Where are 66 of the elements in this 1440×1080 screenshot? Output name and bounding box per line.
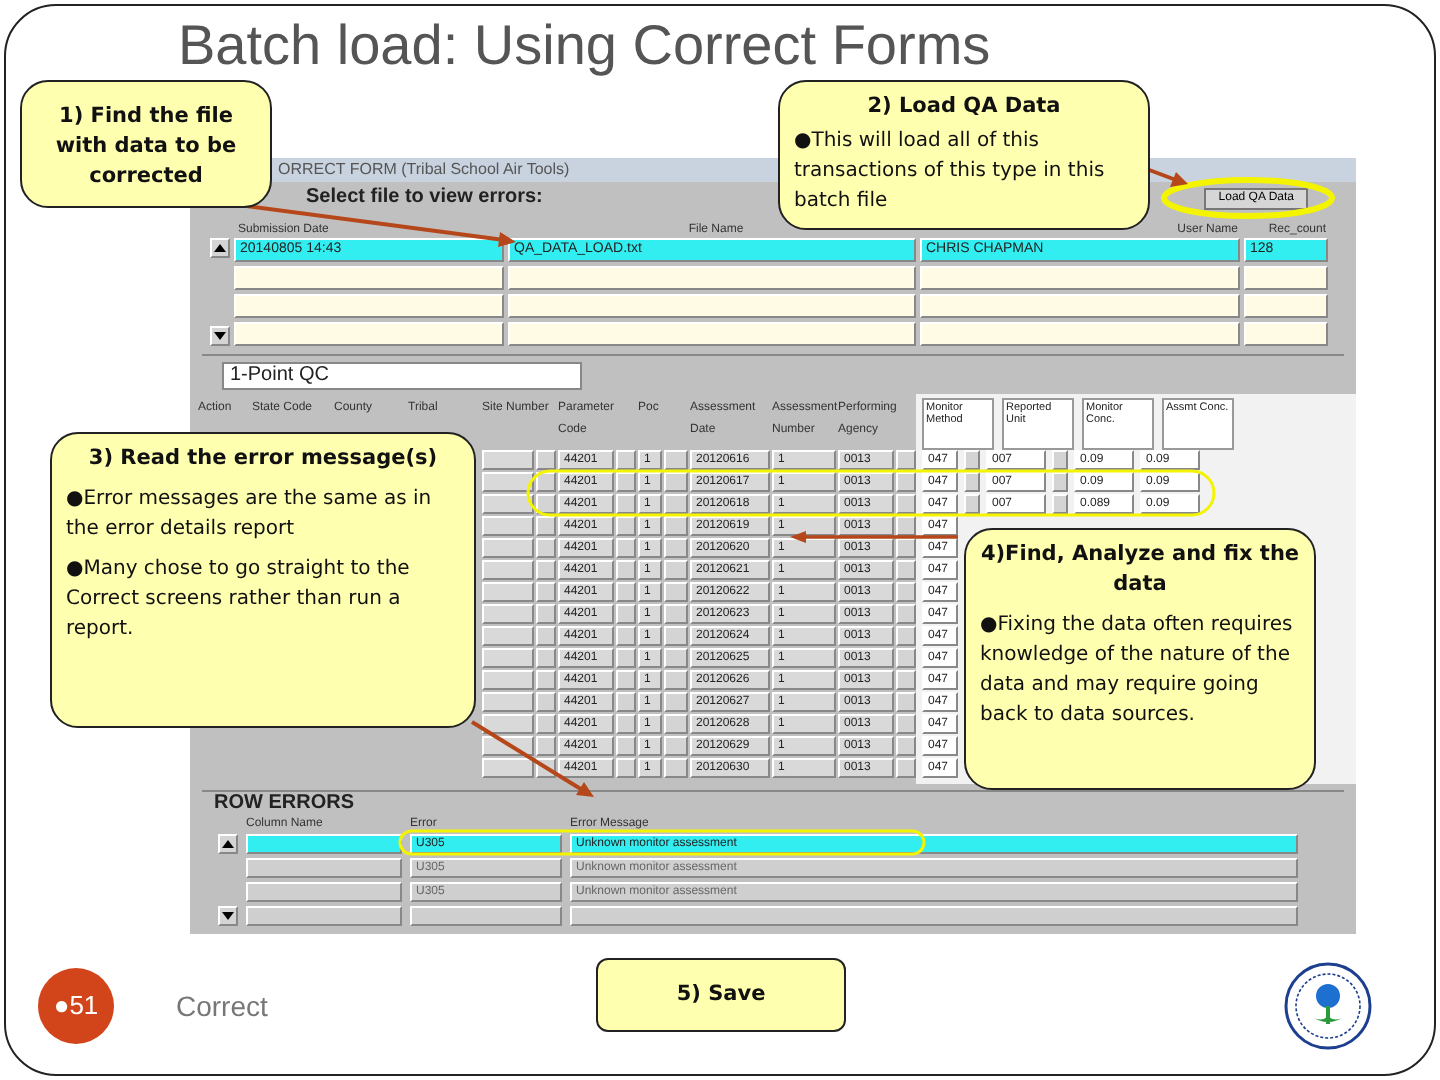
callout-heading: 4)Find, Analyze and fix the data <box>980 540 1300 600</box>
callout-text: ●Many chose to go straight to the Correct screens rather than run a report. <box>66 556 412 644</box>
table-cell[interactable] <box>482 560 534 580</box>
file-prompt: Select file to view errors: <box>304 186 543 210</box>
cell-button[interactable] <box>664 670 688 690</box>
scroll-down-button[interactable] <box>210 326 230 346</box>
table-cell[interactable] <box>246 906 402 926</box>
callout-heading: 2) Load QA Data <box>865 92 1063 122</box>
arrow <box>470 720 594 797</box>
table-cell[interactable] <box>482 516 534 536</box>
table-cell[interactable] <box>508 322 916 346</box>
table-cell[interactable] <box>482 472 534 492</box>
cell-button[interactable] <box>664 582 688 602</box>
cell-button[interactable] <box>664 494 688 514</box>
slide-title: Batch load: Using Correct Forms <box>176 12 993 80</box>
cell-button[interactable] <box>664 692 688 712</box>
table-cell[interactable] <box>920 294 1240 318</box>
transaction-type-field[interactable]: 1-Point QC <box>222 362 582 390</box>
table-cell[interactable] <box>1244 294 1328 318</box>
table-cell[interactable] <box>1244 266 1328 290</box>
table-cell[interactable] <box>920 322 1240 346</box>
seal-icon <box>1284 962 1372 1050</box>
cell-button[interactable] <box>664 516 688 536</box>
table-cell[interactable] <box>508 294 916 318</box>
table-cell[interactable] <box>482 758 534 778</box>
table-cell[interactable] <box>482 692 534 712</box>
cell-button[interactable] <box>664 538 688 558</box>
cell-button[interactable] <box>664 758 688 778</box>
table-cell[interactable] <box>482 626 534 646</box>
cell-button[interactable] <box>664 450 688 470</box>
table-cell[interactable] <box>570 906 1298 926</box>
row-errors-heading: ROW ERRORS <box>212 794 356 814</box>
table-cell[interactable] <box>1244 322 1328 346</box>
table-cell[interactable] <box>234 294 504 318</box>
table-cell[interactable] <box>482 582 534 602</box>
scroll-up-button[interactable] <box>210 238 230 258</box>
slide-number: ●51 <box>38 968 114 1044</box>
cell-button[interactable] <box>664 648 688 668</box>
table-cell[interactable] <box>482 648 534 668</box>
scroll-down-button[interactable] <box>218 906 238 926</box>
cell-button[interactable] <box>664 560 688 580</box>
table-cell[interactable] <box>482 494 534 514</box>
table-cell[interactable] <box>246 834 402 854</box>
table-cell[interactable] <box>410 906 562 926</box>
table-cell[interactable] <box>508 266 916 290</box>
cell-button[interactable] <box>664 736 688 756</box>
callout-heading: 5) Save <box>676 980 766 1010</box>
table-cell[interactable] <box>482 714 534 734</box>
callout-text: ●Error messages are the same as in the error details report <box>66 486 434 544</box>
cell-button[interactable] <box>664 604 688 624</box>
table-cell[interactable] <box>482 450 534 470</box>
cell-button[interactable] <box>664 626 688 646</box>
table-cell[interactable] <box>246 882 402 902</box>
table-cell[interactable] <box>482 604 534 624</box>
table-cell[interactable] <box>482 538 534 558</box>
table-cell[interactable] <box>234 322 504 346</box>
scroll-up-button[interactable] <box>218 834 238 854</box>
cell-button[interactable] <box>664 472 688 492</box>
footer-text: Correct <box>176 987 268 1025</box>
cell-button[interactable] <box>664 714 688 734</box>
table-cell[interactable] <box>482 670 534 690</box>
callout-heading: 3) Read the error message(s) <box>86 444 440 474</box>
table-cell[interactable] <box>246 858 402 878</box>
table-cell[interactable] <box>920 266 1240 290</box>
callout-text: ●Fixing the data often requires knowledge of the nature of the data and may require going back to data sources. <box>980 612 1295 730</box>
table-cell[interactable] <box>234 266 504 290</box>
